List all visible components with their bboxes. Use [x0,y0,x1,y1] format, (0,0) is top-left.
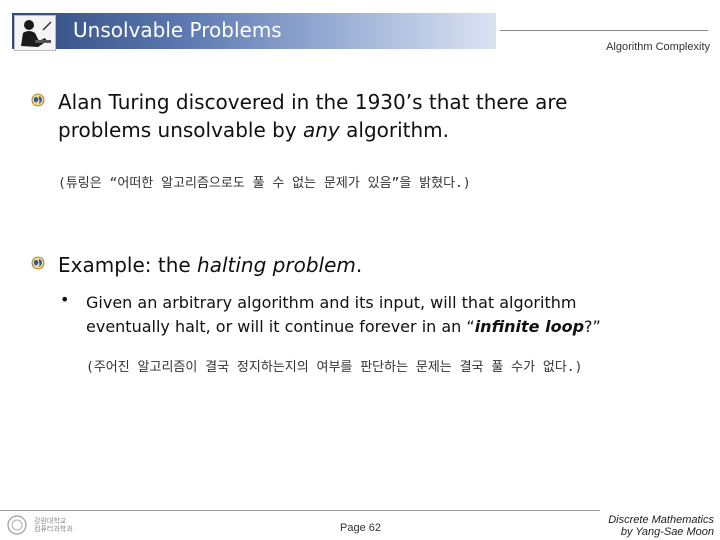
point1-line2: problems unsolvable by any algorithm. [58,116,698,144]
point1-emphasis: any [303,118,340,142]
point1-line2-end: algorithm. [339,118,450,142]
point1-text: Alan Turing discovered in the 1930’s tha… [58,88,698,144]
point2-emphasis: halting problem [197,253,356,277]
point2-text: Example: the halting problem. [58,251,698,279]
footer-logo-line2: 컴퓨터과학과 [34,525,73,533]
sub-point-line2: eventually halt, or will it continue for… [86,315,696,339]
sub-point-emphasis: infinite loop [474,317,585,336]
sub-point-line2-end: ?” [584,317,601,336]
point2-text-start: Example: the [58,253,198,277]
footer-course-info: Discrete Mathematics by Yang-Sae Moon [608,514,714,538]
footer-course: Discrete Mathematics [608,514,714,526]
header-logo [14,15,56,51]
point1-line1: Alan Turing discovered in the 1930’s tha… [58,90,568,114]
point2-text-end: . [355,253,363,277]
point1-line2-start: problems unsolvable by [58,118,303,142]
sub-point-korean-note: (주어진 알고리즘이 결국 정지하는지의 여부를 판단하는 문제는 결국 풀 수… [86,360,583,375]
sub-bullet: • [60,290,70,309]
university-seal-icon [7,515,27,535]
footer-logo-line1: 강원대학교 [34,517,67,525]
page-number: Page 62 [340,522,381,534]
footer-divider [0,510,600,511]
header-divider [500,30,708,31]
sub-point-text: Given an arbitrary algorithm and its inp… [86,291,696,339]
header-subtitle: Algorithm Complexity [606,41,710,53]
footer-logo: 강원대학교 컴퓨터과학과 [6,514,73,536]
person-at-desk-icon [21,20,52,47]
globe-bullet-icon [31,93,45,107]
globe-bullet-icon [31,256,45,270]
sub-point-line1: Given an arbitrary algorithm and its inp… [86,293,577,312]
point1-korean-note: (튜링은 “어떠한 알고리즘으로도 풀 수 없는 문제가 있음”을 밝혔다.) [58,176,471,191]
footer-author: by Yang-Sae Moon [620,526,714,538]
sub-point-line2-start: eventually halt, or will it continue for… [86,317,475,336]
footer-logo-text: 강원대학교 컴퓨터과학과 [34,517,73,533]
slide-title: Unsolvable Problems [73,18,282,42]
